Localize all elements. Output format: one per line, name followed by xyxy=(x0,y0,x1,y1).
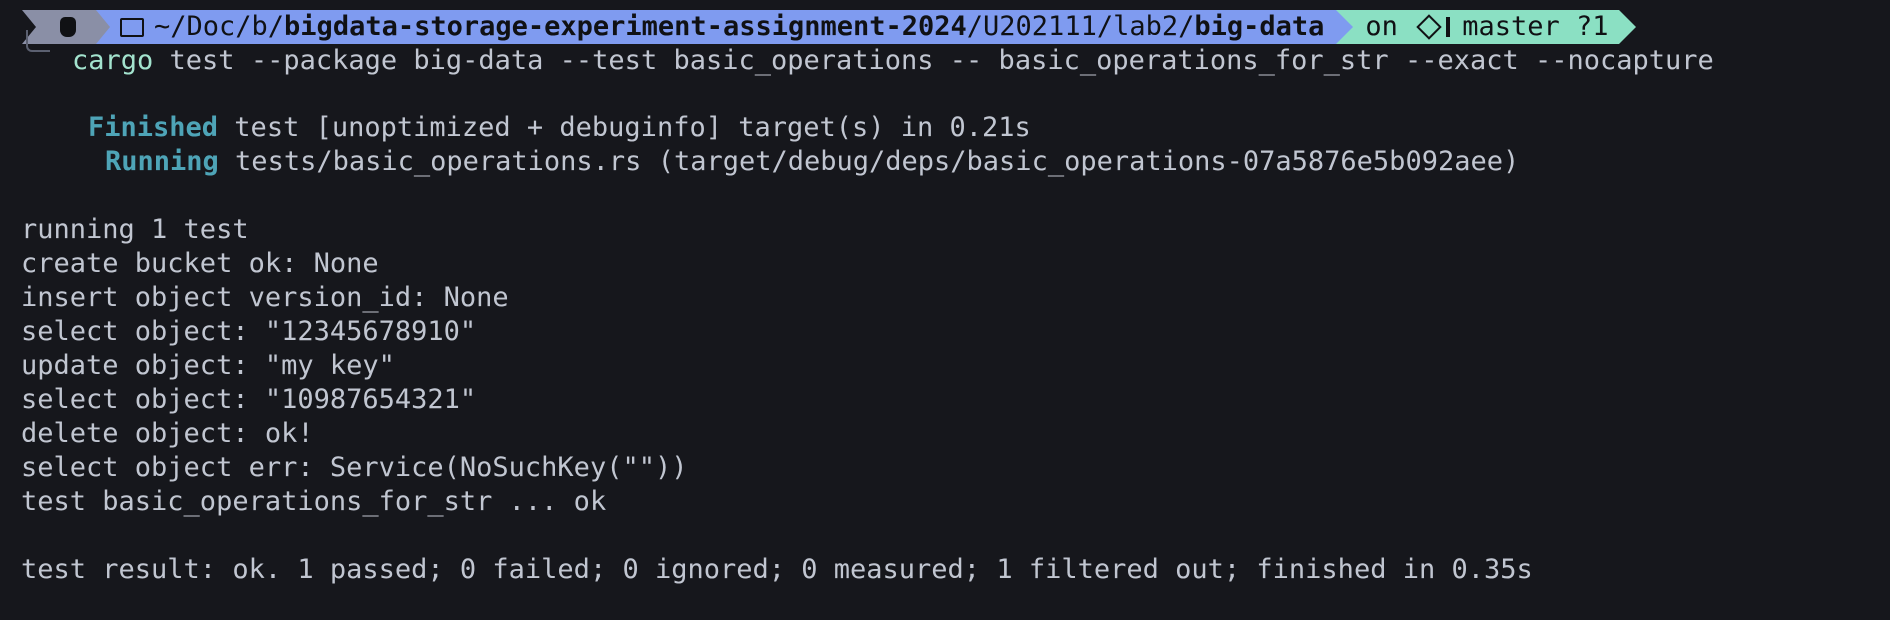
output-line: select object: "12345678910" xyxy=(21,316,477,347)
command-args: test --package big-data --test basic_ope… xyxy=(153,45,1714,76)
prompt-separator xyxy=(1336,10,1354,44)
prompt-separator xyxy=(96,10,110,44)
path-mid: /U202111/lab2/ xyxy=(966,11,1195,42)
output-line: create bucket ok: None xyxy=(21,248,379,279)
path-leaf: big-data xyxy=(1194,11,1325,42)
command-program: cargo xyxy=(72,45,154,76)
apple-icon xyxy=(60,17,76,37)
output-line: update object: "my key" xyxy=(21,350,395,381)
prompt-connector xyxy=(26,30,50,52)
finished-text: test [unoptimized + debuginfo] target(s)… xyxy=(218,112,1031,143)
command-line[interactable]: cargo test --package big-data --test bas… xyxy=(72,44,1714,78)
folder-icon xyxy=(120,17,144,37)
output-line: delete object: ok! xyxy=(21,418,314,449)
output-line: test basic_operations_for_str ... ok xyxy=(21,486,607,517)
path-repo: bigdata-storage-experiment-assignment-20… xyxy=(284,11,967,42)
prompt-git-segment: on master ?1 xyxy=(1353,10,1619,44)
running-line: Running tests/basic_operations.rs (targe… xyxy=(105,145,1519,179)
finished-label: Finished xyxy=(88,112,219,143)
terminal-window[interactable]: ~/Doc/b/bigdata-storage-experiment-assig… xyxy=(0,0,1890,620)
git-status: ?1 xyxy=(1576,11,1609,42)
output-line: select object: "10987654321" xyxy=(21,384,477,415)
output-line: insert object version_id: None xyxy=(21,282,509,313)
output-line: select object err: Service(NoSuchKey("")… xyxy=(21,452,688,483)
branch-icon xyxy=(1446,17,1451,37)
git-icon xyxy=(1416,14,1442,40)
git-branch: master xyxy=(1462,11,1560,42)
prompt-path-segment: ~/Doc/b/bigdata-storage-experiment-assig… xyxy=(110,10,1337,44)
git-on-label: on xyxy=(1365,11,1398,42)
shell-prompt: ~/Doc/b/bigdata-storage-experiment-assig… xyxy=(22,10,1636,44)
finished-line: Finished test [unoptimized + debuginfo] … xyxy=(88,111,1031,145)
running-label: Running xyxy=(105,146,219,177)
output-line: running 1 test xyxy=(21,214,249,245)
test-result-line: test result: ok. 1 passed; 0 failed; 0 i… xyxy=(21,554,1533,585)
running-text: tests/basic_operations.rs (target/debug/… xyxy=(218,146,1520,177)
path-prefix: ~/Doc/b/ xyxy=(154,11,285,42)
prompt-separator xyxy=(1618,10,1636,44)
